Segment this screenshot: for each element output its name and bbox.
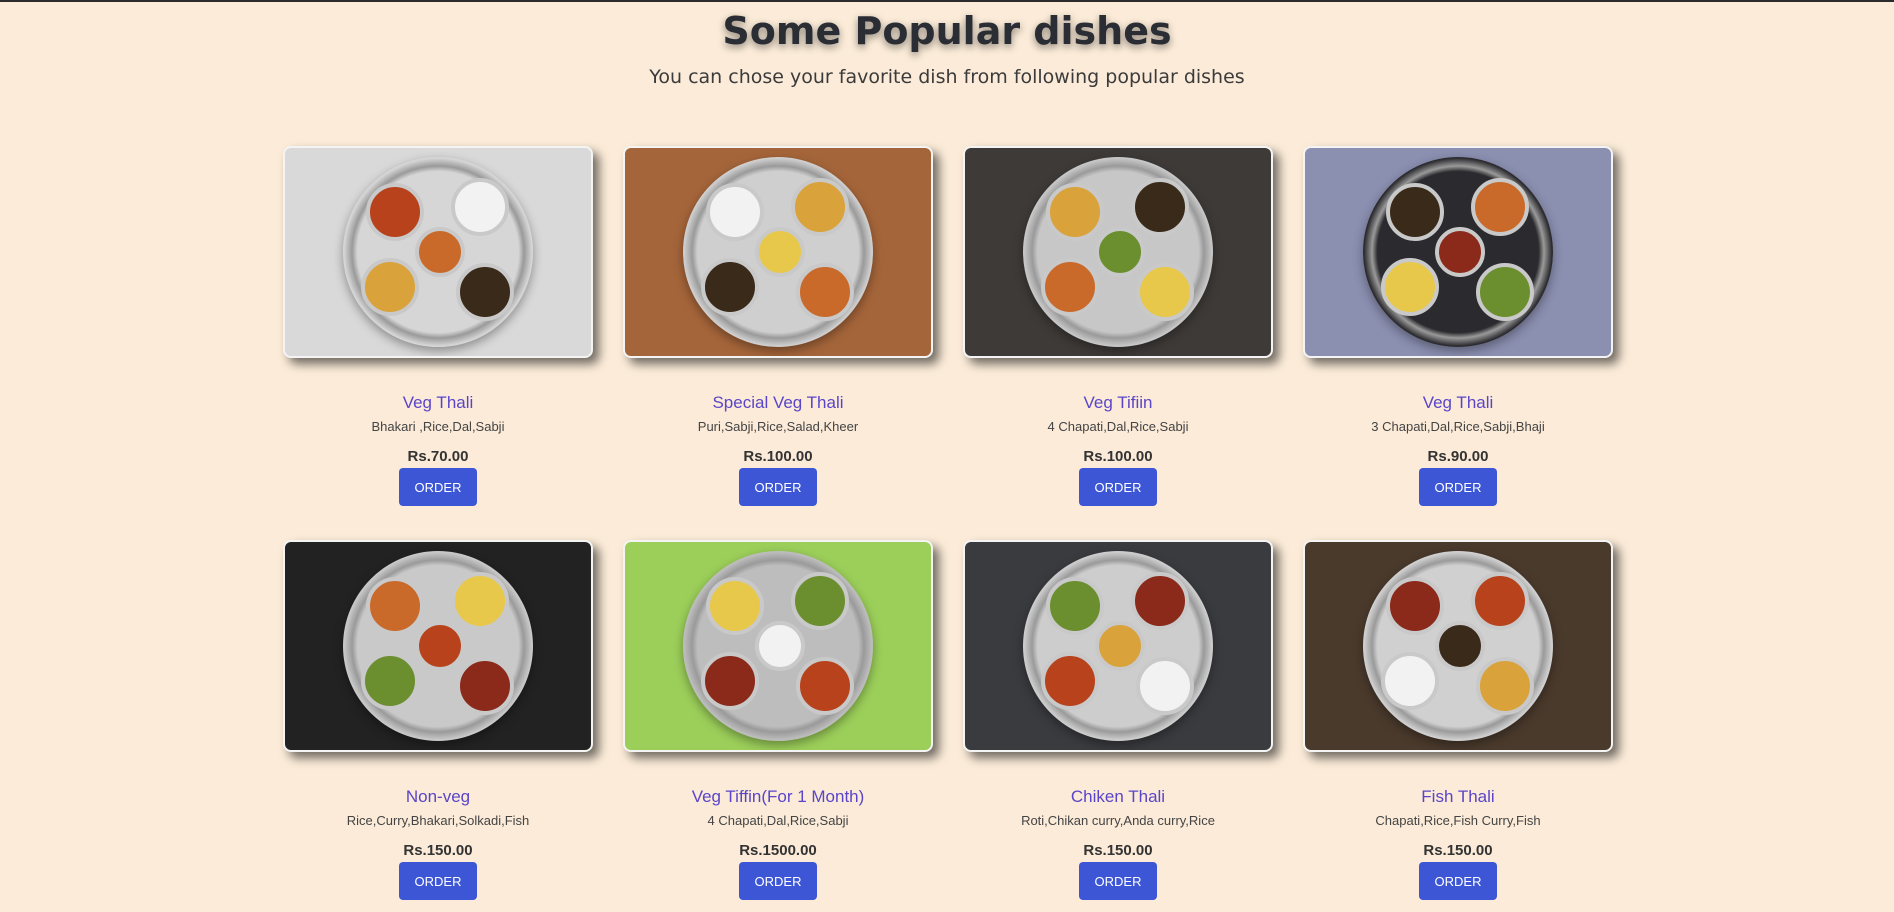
food-bowl-graphic: [451, 572, 509, 630]
food-bowl-graphic: [451, 178, 509, 236]
dish-name: Veg Tiffin(For 1 Month): [691, 787, 865, 806]
dish-name: Special Veg Thali: [712, 393, 844, 412]
dish-price: Rs.150.00: [1083, 842, 1153, 859]
food-bowl-graphic: [456, 657, 514, 715]
food-bowl-graphic: [361, 258, 419, 316]
food-bowl-graphic: [755, 227, 805, 277]
dish-card: Veg Thali 3 Chapati,Dal,Rice,Sabji,Bhaji…: [1303, 146, 1613, 506]
dish-price: Rs.150.00: [403, 842, 473, 859]
food-bowl-graphic: [1046, 577, 1104, 635]
food-bowl-graphic: [366, 577, 424, 635]
dish-description: 3 Chapati,Dal,Rice,Sabji,Bhaji: [1371, 419, 1545, 434]
dish-price: Rs.1500.00: [739, 842, 817, 859]
dish-image: [1303, 540, 1613, 752]
dish-card: Fish Thali Chapati,Rice,Fish Curry,Fish …: [1303, 540, 1613, 900]
food-bowl-graphic: [1136, 263, 1194, 321]
food-bowl-graphic: [791, 572, 849, 630]
food-bowl-graphic: [1381, 258, 1439, 316]
dish-price: Rs.100.00: [743, 448, 813, 465]
food-bowl-graphic: [366, 183, 424, 241]
dish-name: Veg Thali: [402, 393, 474, 412]
food-bowl-graphic: [415, 227, 465, 277]
dish-card: Veg Tifiin 4 Chapati,Dal,Rice,Sabji Rs.1…: [963, 146, 1273, 506]
dish-image: [963, 540, 1273, 752]
order-button[interactable]: ORDER: [1419, 468, 1497, 506]
food-bowl-graphic: [1381, 652, 1439, 710]
food-bowl-graphic: [1476, 263, 1534, 321]
dish-description: Roti,Chikan curry,Anda curry,Rice: [1021, 813, 1215, 828]
food-bowl-graphic: [1041, 652, 1099, 710]
food-bowl-graphic: [1386, 577, 1444, 635]
dish-card: Veg Thali Bhakari ,Rice,Dal,Sabji Rs.70.…: [283, 146, 593, 506]
food-bowl-graphic: [415, 621, 465, 671]
dish-name: Non-veg: [405, 787, 471, 806]
order-button[interactable]: ORDER: [1079, 862, 1157, 900]
dish-image: [1303, 146, 1613, 358]
dish-description: 4 Chapati,Dal,Rice,Sabji: [1047, 419, 1189, 434]
page-subtitle: You can chose your favorite dish from fo…: [649, 66, 1245, 88]
dish-description: Chapati,Rice,Fish Curry,Fish: [1375, 813, 1541, 828]
food-bowl-graphic: [1136, 657, 1194, 715]
food-bowl-graphic: [755, 621, 805, 671]
food-bowl-graphic: [706, 183, 764, 241]
order-button[interactable]: ORDER: [399, 468, 477, 506]
food-bowl-graphic: [456, 263, 514, 321]
dish-name: Veg Tifiin: [1083, 393, 1153, 412]
food-bowl-graphic: [1095, 227, 1145, 277]
dish-name: Fish Thali: [1421, 787, 1495, 806]
order-button[interactable]: ORDER: [739, 862, 817, 900]
order-button[interactable]: ORDER: [739, 468, 817, 506]
food-bowl-graphic: [701, 258, 759, 316]
dish-price: Rs.150.00: [1423, 842, 1493, 859]
food-bowl-graphic: [361, 652, 419, 710]
food-bowl-graphic: [796, 263, 854, 321]
order-button[interactable]: ORDER: [1079, 468, 1157, 506]
food-bowl-graphic: [706, 577, 764, 635]
food-bowl-graphic: [1095, 621, 1145, 671]
dish-image: [283, 146, 593, 358]
food-bowl-graphic: [1131, 572, 1189, 630]
dish-card: Veg Tiffin(For 1 Month) 4 Chapati,Dal,Ri…: [623, 540, 933, 900]
dish-card: Non-veg Rice,Curry,Bhakari,Solkadi,Fish …: [283, 540, 593, 900]
food-bowl-graphic: [1131, 178, 1189, 236]
dish-name: Chiken Thali: [1070, 787, 1166, 806]
dish-image: [283, 540, 593, 752]
food-bowl-graphic: [1386, 183, 1444, 241]
food-bowl-graphic: [1046, 183, 1104, 241]
food-bowl-graphic: [791, 178, 849, 236]
dish-card: Chiken Thali Roti,Chikan curry,Anda curr…: [963, 540, 1273, 900]
dish-description: Puri,Sabji,Rice,Salad,Kheer: [697, 419, 859, 434]
dish-image: [963, 146, 1273, 358]
dish-price: Rs.90.00: [1427, 448, 1489, 465]
food-bowl-graphic: [1476, 657, 1534, 715]
food-bowl-graphic: [701, 652, 759, 710]
dish-description: Bhakari ,Rice,Dal,Sabji: [371, 419, 505, 434]
dish-description: 4 Chapati,Dal,Rice,Sabji: [707, 813, 849, 828]
order-button[interactable]: ORDER: [399, 862, 477, 900]
dish-image: [623, 540, 933, 752]
food-bowl-graphic: [1435, 621, 1485, 671]
food-bowl-graphic: [796, 657, 854, 715]
dish-card: Special Veg Thali Puri,Sabji,Rice,Salad,…: [623, 146, 933, 506]
food-bowl-graphic: [1041, 258, 1099, 316]
order-button[interactable]: ORDER: [1419, 862, 1497, 900]
page-title: Some Popular dishes: [722, 9, 1172, 53]
food-bowl-graphic: [1471, 178, 1529, 236]
dish-name: Veg Thali: [1422, 393, 1494, 412]
dish-price: Rs.70.00: [407, 448, 469, 465]
food-bowl-graphic: [1435, 227, 1485, 277]
dish-image: [623, 146, 933, 358]
dish-price: Rs.100.00: [1083, 448, 1153, 465]
food-bowl-graphic: [1471, 572, 1529, 630]
dish-description: Rice,Curry,Bhakari,Solkadi,Fish: [346, 813, 530, 828]
dishes-grid: Veg Thali Bhakari ,Rice,Dal,Sabji Rs.70.…: [283, 146, 1613, 900]
